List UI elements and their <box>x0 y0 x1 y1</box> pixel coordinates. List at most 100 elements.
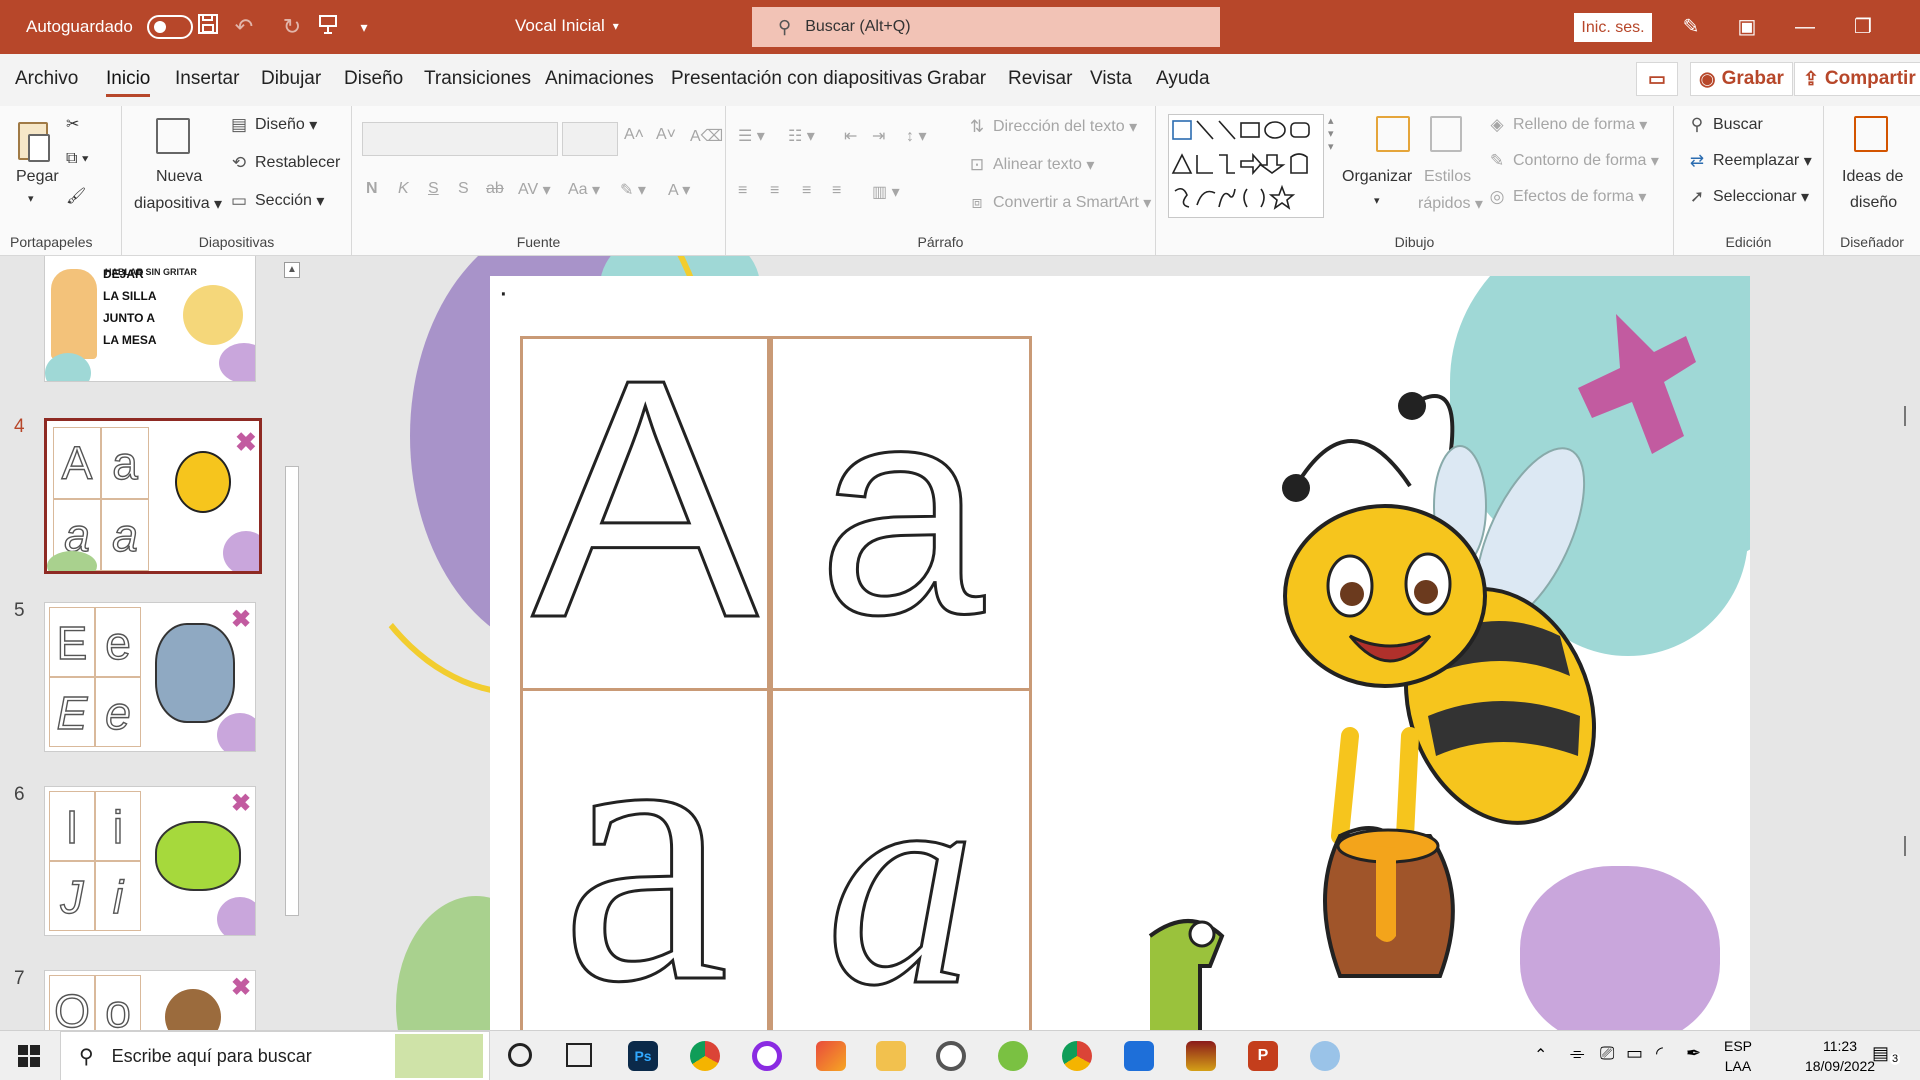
increase-indent-icon[interactable]: ⇥ <box>872 126 885 146</box>
show-hidden-icons-icon[interactable]: ⌃ <box>1534 1045 1547 1065</box>
notification-center[interactable]: ▤ 3 <box>1872 1043 1902 1067</box>
autosave-toggle[interactable]: Autoguardado <box>26 0 193 54</box>
tab-diseno[interactable]: Diseño <box>344 68 403 90</box>
reset-button[interactable]: ⟲ Restablecer <box>228 152 341 174</box>
windows-start-icon[interactable] <box>18 1045 40 1067</box>
clear-format-icon[interactable]: A⌫ <box>690 126 723 146</box>
shapes-scroll-icon[interactable]: ▴ ▾ ▾ <box>1328 114 1334 153</box>
new-slide-label-2[interactable]: diapositiva ▾ <box>134 194 222 214</box>
arrange-chevron-icon[interactable]: ▾ <box>1374 194 1380 207</box>
slide-thumbnail-6[interactable]: I i J i ✖ <box>44 786 256 936</box>
format-painter-icon[interactable]: 🖌 <box>66 186 86 206</box>
sign-in-button[interactable]: Inic. ses. <box>1574 13 1652 42</box>
quick-styles-icon[interactable] <box>1430 116 1462 152</box>
smartart-button[interactable]: ⧈ Convertir a SmartArt ▾ <box>966 192 1152 214</box>
photoshop-icon[interactable]: Ps <box>628 1041 658 1071</box>
design-ideas-label-2[interactable]: diseño <box>1850 194 1897 212</box>
winrar-icon[interactable] <box>1186 1041 1216 1071</box>
meet-now-icon[interactable]: ⎚ <box>1600 1043 1614 1064</box>
quick-styles-label-2[interactable]: rápidos ▾ <box>1418 194 1483 214</box>
bullets-icon[interactable]: ☰ ▾ <box>738 126 765 146</box>
design-ideas-icon[interactable] <box>1854 116 1888 152</box>
arrange-icon[interactable] <box>1376 116 1410 152</box>
battery-icon[interactable]: ▭ <box>1626 1043 1643 1064</box>
tab-revisar[interactable]: Revisar <box>1008 68 1072 90</box>
cortana-icon[interactable] <box>508 1043 532 1067</box>
search-box[interactable]: ⚲ Buscar (Alt+Q) <box>752 7 1220 47</box>
paste-label[interactable]: Pegar <box>16 168 59 186</box>
app-colorful-icon[interactable] <box>816 1041 846 1071</box>
cut-icon[interactable]: ✂ <box>66 114 79 134</box>
restore-icon[interactable]: ❐ <box>1848 12 1878 42</box>
resize-handle[interactable] <box>1904 836 1914 856</box>
autosave-switch[interactable] <box>146 15 193 39</box>
share-button[interactable]: ⇪ Compartir <box>1794 62 1920 96</box>
arrange-button[interactable]: Organizar <box>1342 168 1412 186</box>
font-name-input[interactable] <box>362 122 558 156</box>
app-blue-icon[interactable] <box>1124 1041 1154 1071</box>
slide-thumbnail-7[interactable]: O o ✖ <box>44 970 256 1030</box>
underline-button[interactable]: S <box>428 180 439 198</box>
chrome-profile-icon[interactable] <box>1062 1041 1092 1071</box>
language-indicator[interactable]: ESP LAA <box>1724 1036 1752 1076</box>
section-button[interactable]: ▭ Sección ▾ <box>228 190 324 212</box>
shape-outline-button[interactable]: ✎ Contorno de forma ▾ <box>1486 150 1659 172</box>
quick-styles-label-1[interactable]: Estilos <box>1424 168 1471 186</box>
tab-inicio[interactable]: Inicio <box>106 68 151 97</box>
bee-with-honey-pot[interactable] <box>1200 336 1620 1030</box>
shapes-gallery[interactable] <box>1168 114 1324 218</box>
scroll-up-icon[interactable]: ▲ <box>284 262 300 278</box>
tab-dibujar[interactable]: Dibujar <box>261 68 321 90</box>
chrome-icon[interactable] <box>690 1041 720 1071</box>
letter-card-lower-print[interactable]: a <box>770 336 1032 691</box>
slide-thumbnail-3[interactable]: HABLAR SIN GRITAR DEJAR LA SILLA JUNTO A… <box>44 256 256 382</box>
char-spacing-button[interactable]: AV ▾ <box>518 180 551 200</box>
file-explorer-icon[interactable] <box>876 1041 906 1071</box>
align-center-icon[interactable]: ≡ <box>770 182 779 200</box>
align-right-icon[interactable]: ≡ <box>802 182 811 200</box>
copy-icon[interactable]: ⧉ ▾ <box>66 150 89 168</box>
line-spacing-icon[interactable]: ↕ ▾ <box>906 126 926 146</box>
italic-button[interactable]: K <box>398 180 409 198</box>
design-ideas-label-1[interactable]: Ideas de <box>1842 168 1903 186</box>
new-slide-label-1[interactable]: Nueva <box>156 168 202 186</box>
tab-presentacion[interactable]: Presentación con diapositivas <box>671 68 922 90</box>
tab-vista[interactable]: Vista <box>1090 68 1132 90</box>
document-title[interactable]: Vocal Inicial ▾ <box>515 16 619 36</box>
decrease-indent-icon[interactable]: ⇤ <box>844 126 857 146</box>
undo-icon[interactable]: ↶ <box>230 13 258 41</box>
app-lime-icon[interactable] <box>998 1041 1028 1071</box>
thumbnail-scrollbar[interactable]: ▲ <box>282 256 302 1030</box>
font-color-icon[interactable]: A ▾ <box>668 180 690 200</box>
find-button[interactable]: ⚲ Buscar <box>1686 114 1763 136</box>
slide-thumbnail-5[interactable]: E e E e ✖ <box>44 602 256 752</box>
replace-button[interactable]: ⇄ Reemplazar ▾ <box>1686 150 1812 172</box>
strikethrough-button[interactable]: ab <box>486 180 504 198</box>
letter-card-lower-cursive[interactable]: a <box>770 688 1032 1030</box>
pen-icon[interactable]: ✎ <box>1676 12 1706 42</box>
customize-qat-icon[interactable]: ▾ <box>350 13 378 41</box>
task-view-icon[interactable] <box>566 1043 592 1067</box>
align-text-button[interactable]: ⊡ Alinear texto ▾ <box>966 154 1095 176</box>
new-slide-icon[interactable] <box>156 118 190 154</box>
tab-grabar[interactable]: Grabar <box>927 68 986 90</box>
tab-insertar[interactable]: Insertar <box>175 68 239 90</box>
comments-button[interactable]: ▭ <box>1636 62 1678 96</box>
font-size-input[interactable] <box>562 122 618 156</box>
powerpoint-taskbar-icon[interactable]: P <box>1248 1041 1278 1071</box>
slide-4[interactable]: · · A a a a <box>490 276 1750 1030</box>
ribbon-display-icon[interactable]: ▣ <box>1732 12 1762 42</box>
shadow-button[interactable]: S <box>458 180 469 198</box>
paint-icon[interactable] <box>1310 1041 1340 1071</box>
resize-handle[interactable] <box>1904 406 1914 426</box>
save-icon[interactable] <box>194 13 222 41</box>
highlight-icon[interactable]: ✎ ▾ <box>620 180 646 200</box>
letter-card-upper-cursive[interactable]: a <box>520 659 770 1030</box>
columns-icon[interactable]: ▥ ▾ <box>872 182 900 202</box>
network-icon[interactable]: ◜ <box>1656 1043 1663 1064</box>
align-left-icon[interactable]: ≡ <box>738 182 747 200</box>
tab-animaciones[interactable]: Animaciones <box>545 68 654 90</box>
tab-transiciones[interactable]: Transiciones <box>424 68 531 90</box>
taskbar-search-box[interactable]: ⚲ Escribe aquí para buscar <box>60 1031 490 1080</box>
layout-button[interactable]: ▤ Diseño ▾ <box>228 114 317 136</box>
